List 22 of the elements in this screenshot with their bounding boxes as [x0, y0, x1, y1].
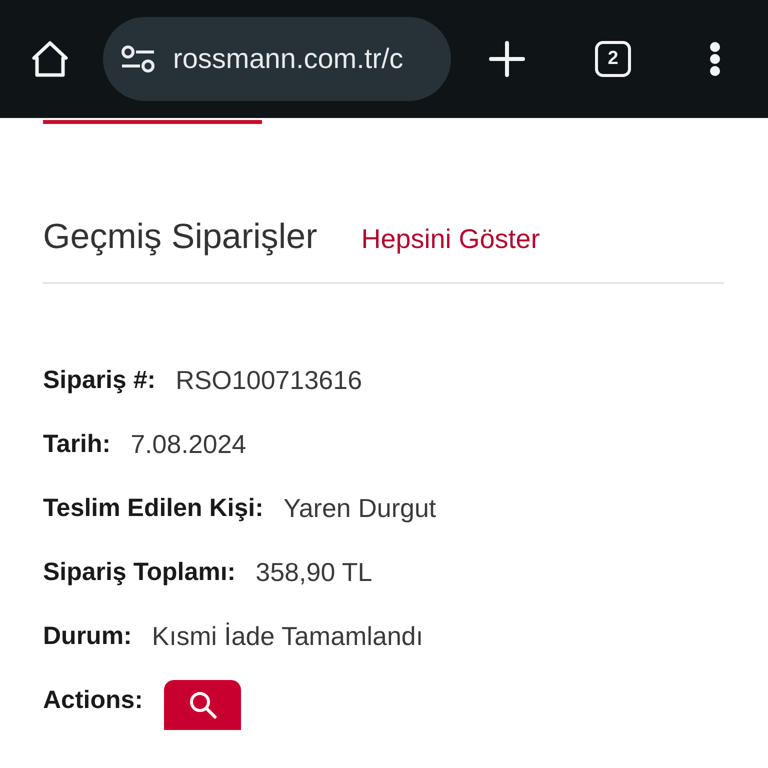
field-value: 7.08.2024 — [130, 428, 246, 460]
more-menu-icon[interactable] — [709, 41, 721, 77]
show-all-link[interactable]: Hepsini Göster — [361, 224, 540, 255]
home-icon[interactable] — [30, 39, 70, 79]
url-text: rossmann.com.tr/c — [173, 43, 404, 75]
field-value: 358,90 TL — [256, 556, 372, 588]
site-settings-icon[interactable] — [121, 45, 155, 73]
address-bar[interactable]: rossmann.com.tr/c — [103, 17, 451, 101]
view-order-button[interactable] — [164, 680, 241, 730]
field-label: Teslim Edilen Kişi: — [43, 494, 264, 522]
field-value: Kısmi İade Tamamlandı — [152, 620, 424, 652]
section-title: Geçmiş Siparişler — [43, 216, 318, 258]
field-value: RSO100713616 — [176, 364, 362, 396]
field-value: Yaren Durgut — [283, 492, 436, 524]
field-label: Tarih: — [43, 430, 111, 458]
field-label: Sipariş #: — [43, 366, 156, 394]
plus-icon[interactable] — [489, 41, 525, 77]
field-label: Sipariş Toplamı: — [43, 558, 236, 586]
field-label: Actions: — [43, 686, 143, 714]
field-label: Durum: — [43, 622, 132, 650]
tab-switcher-button[interactable]: 2 — [595, 41, 631, 77]
search-icon — [188, 691, 216, 719]
